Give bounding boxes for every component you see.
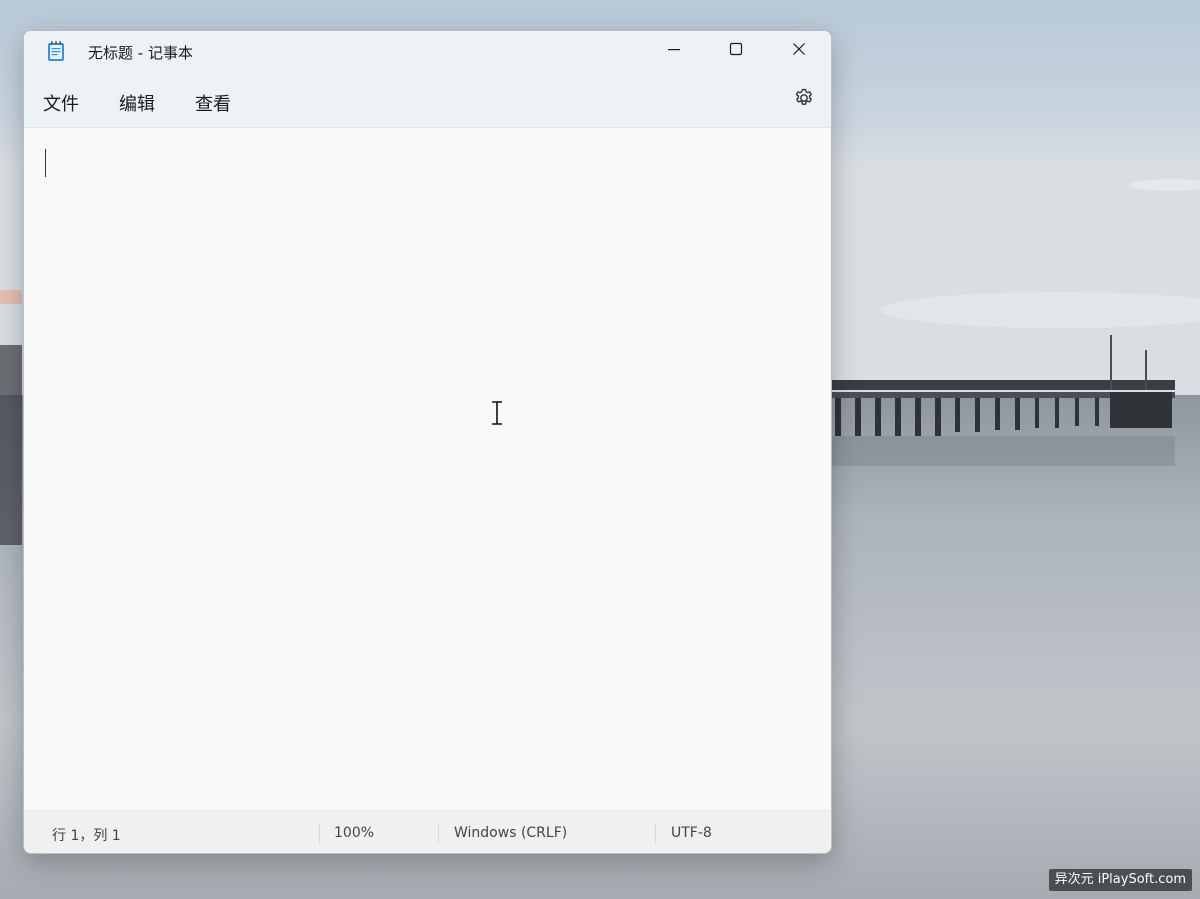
- title-bar[interactable]: 无标题 - 记事本: [24, 31, 831, 71]
- status-divider: [438, 823, 439, 843]
- desktop: 异次元 iPlaySoft.com 无标题 - 记事本 文件 编辑 查看 行 1…: [0, 0, 1200, 899]
- cursor-position: 行 1，列 1: [52, 828, 121, 844]
- close-button[interactable]: [769, 31, 829, 71]
- text-editor-area[interactable]: [24, 128, 831, 810]
- encoding[interactable]: UTF-8: [671, 825, 712, 841]
- status-bar: 行 1，列 1 100% Windows (CRLF) UTF-8: [24, 810, 831, 853]
- notepad-window: 无标题 - 记事本 文件 编辑 查看 行 1，列 1 100% Windows …: [23, 30, 832, 854]
- watermark-text: 异次元 iPlaySoft.com: [1048, 869, 1192, 891]
- menu-file[interactable]: 文件: [43, 90, 79, 116]
- maximize-icon: [728, 41, 744, 61]
- text-caret: [45, 149, 46, 177]
- status-divider: [655, 823, 656, 843]
- status-divider: [319, 823, 320, 843]
- menu-bar: 文件 编辑 查看: [24, 71, 831, 128]
- gear-icon: [793, 88, 815, 113]
- close-icon: [791, 41, 807, 61]
- ibeam-cursor-icon: [490, 400, 504, 426]
- line-ending[interactable]: Windows (CRLF): [454, 825, 567, 841]
- minimize-icon: [666, 41, 682, 61]
- menu-edit[interactable]: 编辑: [119, 90, 155, 116]
- maximize-button[interactable]: [706, 31, 766, 71]
- menu-view[interactable]: 查看: [195, 90, 231, 116]
- minimize-button[interactable]: [644, 31, 704, 71]
- settings-button[interactable]: [793, 87, 815, 109]
- notepad-icon: [46, 40, 66, 62]
- zoom-level[interactable]: 100%: [334, 825, 374, 841]
- window-title: 无标题 - 记事本: [88, 44, 193, 62]
